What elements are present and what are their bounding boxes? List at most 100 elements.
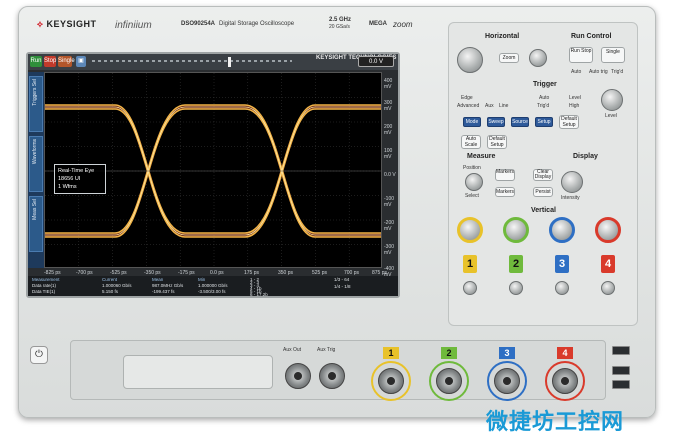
model-number: DSO90254A [181,21,216,27]
eye-info-wfms: 1 Wfms [58,184,77,190]
sweep-button[interactable]: Sweep [487,117,505,127]
trigger-setup-button[interactable]: Setup [535,117,553,127]
eye-info-title: Real-Time Eye [58,168,95,174]
measure-position-knob[interactable] [465,173,483,191]
meas-value: 5.150 fs [102,289,119,294]
source-button[interactable]: Source [511,117,529,127]
usb-port[interactable] [612,366,630,375]
trigger-mode-button[interactable]: Mode [463,117,481,127]
eye-info-ui: 18656 UI [58,176,81,182]
zoom-button[interactable]: Zoom [499,53,519,63]
ch1-input-badge: 1 [383,347,399,359]
select-label: Select [465,193,479,199]
meas-name[interactable]: Data rate(1) [32,283,56,288]
ch1-offset-knob[interactable] [463,281,477,295]
trigger-level-knob[interactable] [601,89,623,111]
ch3-scale-knob[interactable] [549,217,575,243]
scale-label: 0.0 V [384,172,396,178]
auto-scale-button[interactable]: Auto Scale [461,135,481,149]
tab-measurements[interactable]: Meas Sel [29,196,43,252]
aux-trig-connector[interactable] [319,363,345,389]
scale-label: -100 mV [384,196,395,208]
mode-auto-label: Auto [539,95,550,101]
brand-logo: ⟡ KEYSIGHT [37,19,97,29]
ch2-scale-knob[interactable] [503,217,529,243]
level-label: Level [569,95,581,101]
eye-info-box: Real-Time Eye 18656 UI 1 Wfms [54,164,106,194]
default-setup-button-2[interactable]: Default Setup [487,135,507,149]
intensity-knob[interactable] [561,171,583,193]
single-button[interactable]: Single [58,56,75,67]
markers-button[interactable]: Markers [495,187,515,197]
ch2-button[interactable]: 2 [509,255,523,273]
horizontal-position-knob[interactable] [529,49,547,67]
default-setup-button[interactable]: Default Setup [559,115,579,129]
single-hw-button[interactable]: Single [601,47,625,63]
ch4-input-badge: 4 [557,347,573,359]
legend-entry: 6 - 17.2b [250,292,268,297]
aux-trig-label: Aux Trig [317,347,336,353]
scale-label: 300 mV [384,100,393,112]
edge-label: Edge [461,95,473,101]
aux-out-label: Aux Out [283,347,302,353]
ch4-offset-knob[interactable] [601,281,615,295]
ch1-button[interactable]: 1 [463,255,477,273]
tab-triggers[interactable]: Triggers Sel [29,76,43,132]
ch2-offset-knob[interactable] [509,281,523,295]
auto-trig-label: Auto trig [589,69,608,75]
horizontal-scale-knob[interactable] [457,47,483,73]
front-panel: Aux Out Aux Trig 1 2 3 4 [70,340,606,401]
model-description: Digital Storage Oscilloscope [219,21,295,27]
meas-name[interactable]: Data TIE(1) [32,289,55,294]
trigger-section-title: Trigger [533,81,557,88]
ch3-offset-knob[interactable] [555,281,569,295]
power-button[interactable]: ⏻ [30,346,48,364]
advanced-label: Advanced [457,103,480,109]
display-section-title: Display [573,153,598,160]
high-label: High [569,103,580,109]
trigger-level-readout[interactable]: 0.0 V [358,56,394,67]
usb-port[interactable] [612,346,630,355]
usb-port[interactable] [612,380,630,389]
meas-value: -199.437 fs [152,289,175,294]
position-label: Position [463,165,481,171]
level-knob-label: Level [605,113,617,119]
trigger-marker[interactable] [228,57,231,67]
run-button[interactable]: Run [30,56,42,67]
watermark: 微捷坊工控网 [486,409,625,434]
clear-display-button[interactable]: Clear Display [533,169,553,181]
tab-waveforms[interactable]: Waveforms [29,136,43,192]
ch1-input-connector[interactable] [378,368,404,394]
legend-entry: 1/4 - 1/8 [334,284,351,289]
run-control-title: Run Control [571,33,612,40]
ch2-input-badge: 2 [441,347,457,359]
ch4-input-connector[interactable] [552,368,578,394]
scale-label: 200 mV [384,124,393,136]
meas-header: Min [198,277,206,282]
ch4-button[interactable]: 4 [601,255,615,273]
sample-rate: 20 GSa/s [329,24,350,30]
stop-button[interactable]: Stop [44,56,56,67]
persist-button[interactable]: Persist [533,187,553,197]
vertical-section-title: Vertical [531,207,556,214]
aux-out-connector[interactable] [285,363,311,389]
meas-header: Current [102,277,118,282]
bandwidth: 2.5 GHz [329,17,352,23]
meas-value: 987.0MHz Gb/s [152,283,184,288]
acquire-icon[interactable]: ▣ [76,56,86,67]
ch2-input-connector[interactable] [436,368,462,394]
measurement-panel: Measurement Current Mean Min Data rate(1… [28,276,398,297]
add-meas-button[interactable]: Markers [495,169,515,181]
ch3-button[interactable]: 3 [555,255,569,273]
meas-value: 1.000000 Gb/s [198,283,228,288]
ch3-input-connector[interactable] [494,368,520,394]
ch3-input-badge: 3 [499,347,515,359]
ch4-scale-knob[interactable] [595,217,621,243]
run-stop-button[interactable]: Run Stop [569,47,593,63]
auto-label: Auto [571,69,582,75]
meas-header: Mean [152,277,164,282]
ch1-scale-knob[interactable] [457,217,483,243]
mega-logo: MEGA [369,21,387,27]
scale-label: 100 mV [384,148,393,160]
legend-entry: 1/3 - 64 [334,277,350,282]
